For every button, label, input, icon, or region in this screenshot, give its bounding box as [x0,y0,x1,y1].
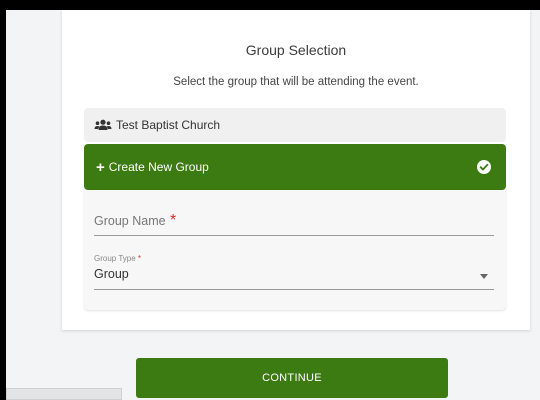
corner-panel [6,388,122,400]
group-type-select[interactable]: Group Type * Group [94,254,494,290]
caret-down-icon [480,274,488,279]
group-name-field[interactable]: Group Name * [94,212,494,236]
new-group-form: Group Name * Group Type * Group [84,190,506,310]
group-item-test-baptist-church[interactable]: Test Baptist Church [84,108,506,142]
group-name-label: Group Name [94,214,166,228]
group-type-label: Group Type * [94,254,142,263]
continue-button[interactable]: CONTINUE [136,358,448,398]
group-selection-card: Group Selection Select the group that wi… [62,10,530,330]
page-subtitle: Select the group that will be attending … [173,76,419,88]
create-new-group-label: Create New Group [108,160,209,174]
users-icon [94,119,112,131]
page-title: Group Selection [245,42,347,58]
group-item-label: Test Baptist Church [116,118,221,132]
group-type-value: Group [94,267,129,281]
create-new-group-button[interactable]: + Create New Group [84,144,506,190]
page-frame: Group Selection Select the group that wi… [6,10,540,400]
check-circle-icon [476,159,492,175]
plus-icon: + [96,158,105,176]
group-name-required-mark: * [170,212,177,229]
